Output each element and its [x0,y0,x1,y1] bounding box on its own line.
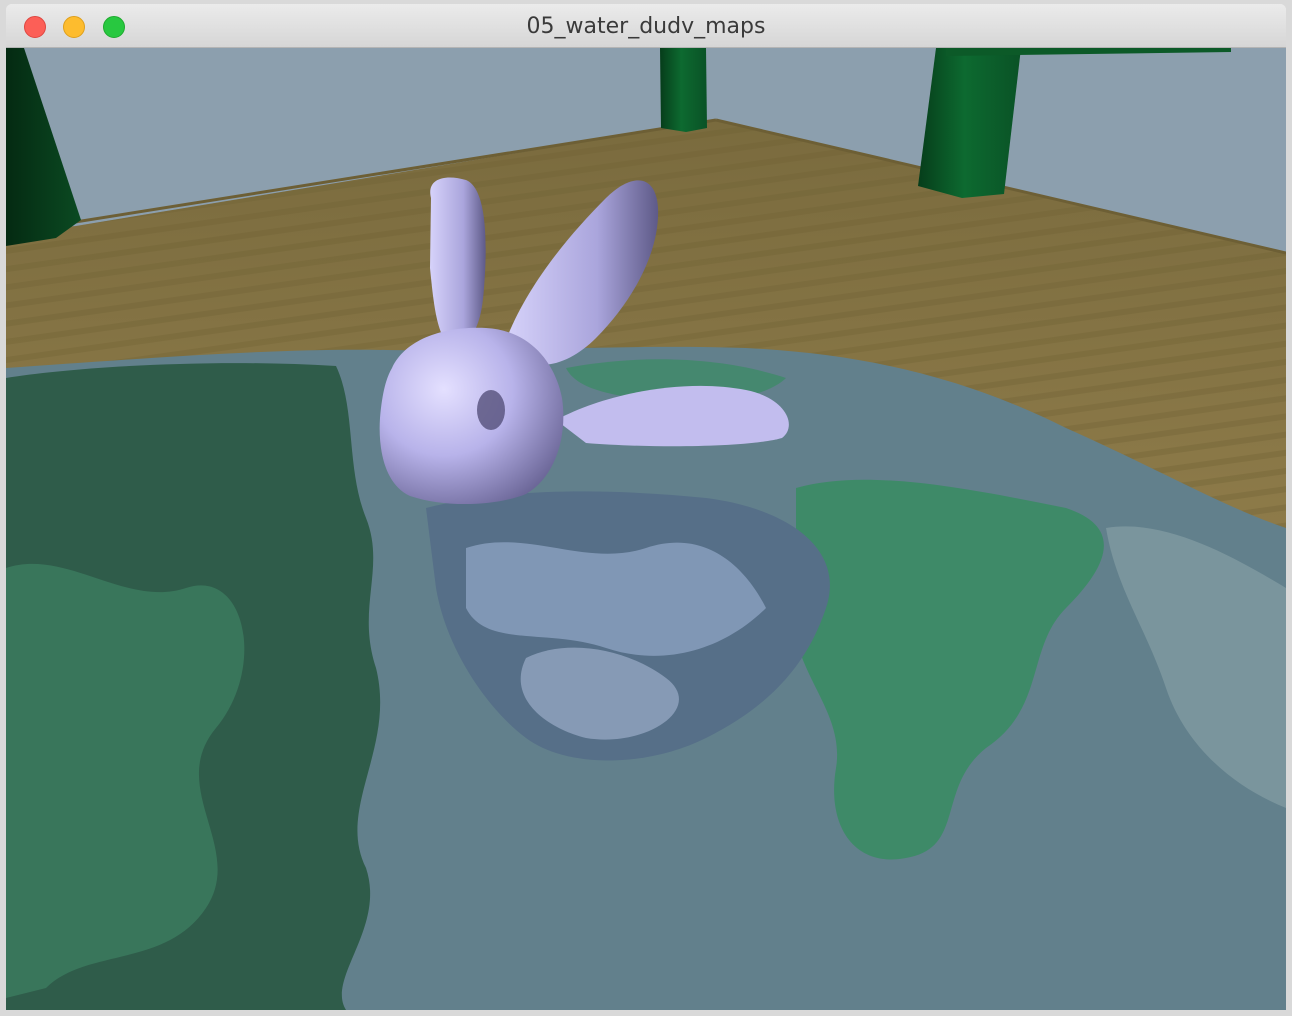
bunny-ear-left [430,177,486,348]
tree-trunk-middle [660,48,707,132]
title-bar[interactable]: 05_water_dudv_maps [6,4,1286,48]
scene-canvas [6,48,1286,1010]
app-window: 05_water_dudv_maps [6,4,1286,1010]
water-surface [6,346,1286,1010]
tree-trunk-right [918,48,1021,198]
window-title: 05_water_dudv_maps [526,14,766,39]
bunny-head [379,327,564,505]
bunny-eye [477,390,505,430]
opengl-viewport[interactable] [6,48,1286,1010]
